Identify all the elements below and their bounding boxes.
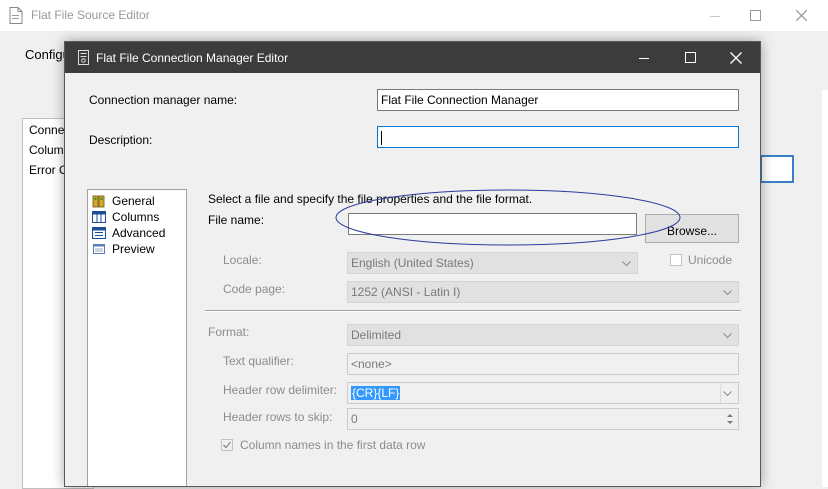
unicode-checkbox[interactable] [670,254,682,266]
file-name-label: File name: [208,213,265,227]
header-row-delimiter-label: Header row delimiter: [223,383,338,397]
code-page-select[interactable]: 1252 (ANSI - Latin I) [347,281,739,303]
maximize-icon [749,10,761,21]
bg-focused-input[interactable] [760,155,794,183]
dialog-close-button[interactable] [713,42,759,73]
close-icon [795,10,807,21]
connection-manager-icon [78,50,89,65]
column-names-label: Column names in the first data row [240,438,426,452]
code-page-label: Code page: [223,282,286,296]
nav-item-advanced[interactable]: Advanced [92,225,165,241]
locale-label: Locale: [223,253,262,267]
header-row-delimiter-value: {CR}{LF} [351,386,401,400]
dialog-minimize-button[interactable] [621,42,667,73]
maximize-icon [684,52,696,63]
dialog-title: Flat File Connection Manager Editor [96,51,289,65]
format-value: Delimited [351,328,402,342]
dialog-title-bar: Flat File Connection Manager Editor [65,42,760,73]
bg-maximize-button[interactable] [732,0,778,31]
column-names-checkbox[interactable] [221,439,233,451]
bg-list-item-columns[interactable]: Colum [29,143,64,157]
checkmark-icon [223,441,232,449]
bg-window-title: Flat File Source Editor [31,8,150,22]
unicode-label: Unicode [688,253,733,267]
nav-item-columns-label: Columns [112,210,160,224]
header-rows-skip-spinner[interactable]: 0 [347,408,739,430]
minimize-icon [710,15,720,17]
header-rows-skip-label: Header rows to skip: [223,410,333,424]
locale-select[interactable]: English (United States) [347,252,638,274]
connection-manager-name-label: Connection manager name: [89,93,238,107]
document-icon [9,7,23,24]
text-qualifier-input[interactable]: <none> [347,353,739,375]
general-icon [92,195,105,208]
chevron-down-icon [620,253,632,273]
nav-item-general-label: General [112,194,155,208]
header-row-delimiter-select[interactable]: {CR}{LF} [347,382,739,404]
columns-icon [92,211,106,223]
bg-title-bar: Flat File Source Editor [0,0,828,31]
page-nav-list: General Columns Advanced Preview [87,189,187,486]
annotation-oval [335,189,681,246]
description-input[interactable] [377,126,739,148]
nav-item-preview[interactable]: Preview [92,241,155,257]
connection-manager-name-input[interactable]: Flat File Connection Manager [377,89,739,111]
nav-item-columns[interactable]: Columns [92,209,159,225]
format-select[interactable]: Delimited [347,324,739,346]
description-label: Description: [89,133,153,147]
close-icon [730,51,742,64]
nav-item-preview-label: Preview [112,242,155,256]
nav-item-general[interactable]: General [92,193,155,209]
locale-value: English (United States) [351,256,474,270]
bg-right-edge [822,90,828,487]
format-label: Format: [208,325,250,339]
spinner-arrows-icon[interactable] [724,410,736,428]
preview-icon [93,244,105,254]
bg-list-item-error-output[interactable]: Error O [29,163,68,177]
minimize-icon [639,57,649,59]
chevron-down-icon [721,282,733,302]
bg-list-item-connection[interactable]: Conne [29,123,64,137]
text-qualifier-label: Text qualifier: [223,354,294,368]
bg-close-button[interactable] [778,0,824,31]
text-cursor [381,130,382,145]
chevron-down-icon [720,383,733,403]
nav-item-advanced-label: Advanced [112,226,166,240]
code-page-value: 1252 (ANSI - Latin I) [351,285,461,299]
flat-file-connection-manager-editor-dialog: Flat File Connection Manager Editor Conn… [64,41,761,487]
advanced-icon [92,227,106,239]
section-divider-highlight [205,311,741,312]
dialog-maximize-button[interactable] [667,42,713,73]
header-rows-skip-value: 0 [351,412,358,426]
chevron-down-icon [721,325,733,345]
